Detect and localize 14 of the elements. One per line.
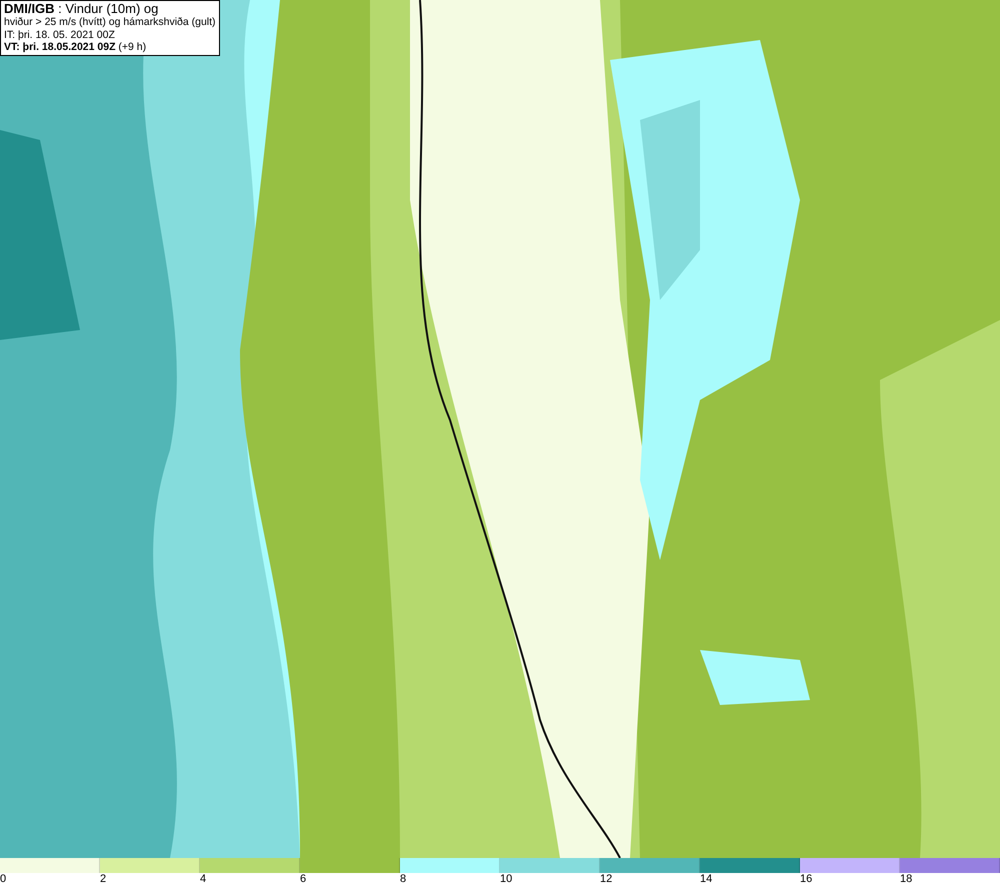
scale-label: 10 [500,873,512,886]
header-text: IT: þri. 18. 05. 2021 00Z [4,28,116,41]
scale-label: 14 [700,873,712,886]
scale-label: 16 [800,873,812,886]
scale-label: 4 [200,873,206,886]
header-text: VT: þri. 18.05.2021 09Z (+9 h) [4,41,148,54]
header-text: DMI/IGB : Vindur (10m) og [4,2,160,16]
header-text: hviður > 25 m/s (hvítt) og hámarkshviða (gult) [4,16,216,28]
scale-label: 18 [900,873,912,886]
scale-label: 2 [100,873,106,886]
scale-label: 8 [400,873,406,886]
scale-label: 12 [600,873,612,886]
scale-label: 0 [0,873,6,886]
scale-label: 6 [300,873,306,886]
